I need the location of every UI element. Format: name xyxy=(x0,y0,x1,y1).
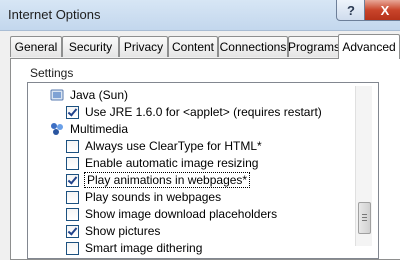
item-label: Show image download placeholders xyxy=(85,207,278,221)
item-label: Play sounds in webpages xyxy=(85,190,222,204)
tab-general[interactable]: General xyxy=(10,36,62,57)
checkbox[interactable] xyxy=(66,173,79,187)
item-label: Always use ClearType for HTML* xyxy=(85,139,262,153)
item-label: Play animations in webpages* xyxy=(83,172,251,188)
grip-line xyxy=(362,217,367,218)
tab-label: Advanced xyxy=(342,40,396,54)
list-item[interactable]: Play sounds in webpages xyxy=(66,189,221,205)
list-item[interactable]: Smart image dithering xyxy=(66,240,202,256)
tab-label: Security xyxy=(68,40,113,54)
tab-label: General xyxy=(14,40,58,54)
java-icon xyxy=(50,89,64,101)
item-label: Enable automatic image resizing xyxy=(85,156,259,170)
grip-line xyxy=(362,214,367,215)
list-item[interactable]: Show pictures xyxy=(66,223,160,239)
list-group-multimedia: Multimedia xyxy=(50,121,128,137)
tab-connections[interactable]: Connections xyxy=(218,36,288,57)
multimedia-icon xyxy=(51,123,63,135)
item-label: Show pictures xyxy=(85,224,161,238)
title-bar: Internet Options ? X xyxy=(0,0,400,31)
tab-advanced[interactable]: Advanced xyxy=(338,34,400,59)
checkbox[interactable] xyxy=(66,207,79,221)
checkbox[interactable] xyxy=(66,190,79,204)
list-item[interactable]: Show image download placeholders xyxy=(66,206,277,222)
close-icon: X xyxy=(380,2,390,18)
list-group-java: Java (Sun) xyxy=(50,87,128,103)
window-title: Internet Options xyxy=(8,7,101,22)
group-label: Java (Sun) xyxy=(70,88,129,102)
tab-label: Programs xyxy=(288,40,341,54)
vertical-scrollbar[interactable] xyxy=(355,86,372,246)
tab-programs[interactable]: Programs xyxy=(288,36,340,57)
settings-label: Settings xyxy=(30,66,74,80)
item-label: Smart image dithering xyxy=(85,241,203,255)
close-button[interactable]: X xyxy=(364,0,400,21)
tab-label: Privacy xyxy=(123,40,164,54)
tab-label: Content xyxy=(171,40,215,54)
help-button[interactable]: ? xyxy=(336,0,366,21)
tab-privacy[interactable]: Privacy xyxy=(119,36,168,57)
item-label: Use JRE 1.6.0 for <applet> (requires res… xyxy=(85,105,322,119)
settings-list[interactable]: Java (Sun) Use JRE 1.6.0 for <applet> (r… xyxy=(27,82,379,259)
checkbox[interactable] xyxy=(66,224,79,238)
tab-content[interactable]: Content xyxy=(168,36,218,57)
grip-line xyxy=(362,220,367,221)
list-item[interactable]: Use JRE 1.6.0 for <applet> (requires res… xyxy=(66,104,322,120)
list-item[interactable]: Enable automatic image resizing xyxy=(66,155,258,171)
group-label: Multimedia xyxy=(70,122,129,136)
checkbox[interactable] xyxy=(66,241,79,255)
checkbox[interactable] xyxy=(66,156,79,170)
tab-label: Connections xyxy=(219,40,287,54)
scrollbar-thumb[interactable] xyxy=(358,202,371,234)
list-item[interactable]: Always use ClearType for HTML* xyxy=(66,138,262,154)
checkbox[interactable] xyxy=(66,139,79,153)
help-icon: ? xyxy=(347,2,355,18)
list-item[interactable]: Play animations in webpages* xyxy=(66,172,251,188)
checkbox[interactable] xyxy=(66,105,79,119)
tab-security[interactable]: Security xyxy=(62,36,119,57)
